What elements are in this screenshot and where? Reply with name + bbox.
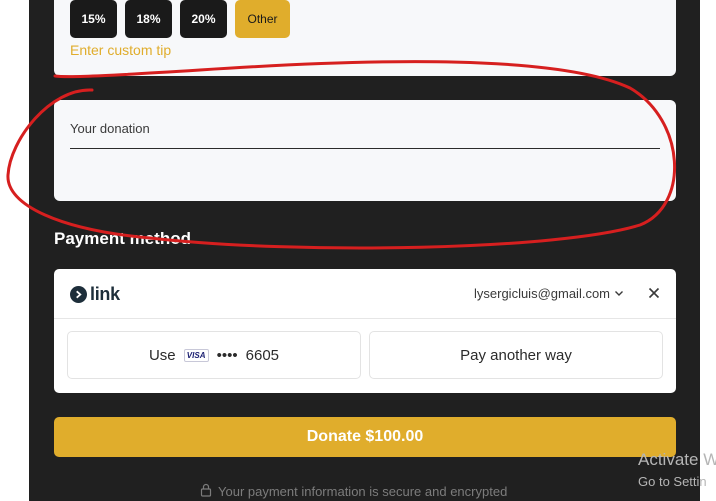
link-logo: link [70,284,120,305]
tip-card: 15% 18% 20% Other Enter custom tip [54,0,676,76]
windows-activation-subtitle: Go to Settin [638,474,707,489]
chevron-down-icon [614,286,624,301]
card-dots: •••• [216,346,238,364]
tip-other-button[interactable]: Other [235,0,290,38]
secure-note: Your payment information is secure and e… [200,483,507,500]
link-account-dropdown[interactable]: lysergicluis@gmail.com [474,286,624,301]
link-payment-card: link lysergicluis@gmail.com Use VISA •••… [54,269,676,393]
tip-15-button[interactable]: 15% [70,0,117,38]
pay-another-way-button[interactable]: Pay another way [369,331,663,379]
tip-18-button[interactable]: 18% [125,0,172,38]
use-saved-card-button[interactable]: Use VISA •••• 6605 [67,331,361,379]
close-icon[interactable] [648,284,660,302]
visa-icon: VISA [183,348,209,362]
windows-activation-title: Activate W [638,450,716,469]
custom-tip-input[interactable]: Enter custom tip [70,42,171,58]
tip-20-button[interactable]: 20% [180,0,227,38]
lock-icon [200,483,212,500]
payment-method-title: Payment method [54,229,191,248]
donation-input[interactable] [70,127,660,149]
card-last4: 6605 [245,346,280,364]
donation-input-underline [70,148,660,149]
link-wordmark: link [90,284,120,304]
donation-card: Your donation [54,100,676,201]
donate-button[interactable]: Donate $100.00 [54,417,676,457]
link-arrow-icon [70,286,87,303]
tip-options: 15% 18% 20% Other [70,0,290,38]
link-email: lysergicluis@gmail.com [474,286,611,301]
use-label: Use [148,346,176,364]
secure-text: Your payment information is secure and e… [218,484,508,499]
link-header: link lysergicluis@gmail.com [54,269,676,319]
